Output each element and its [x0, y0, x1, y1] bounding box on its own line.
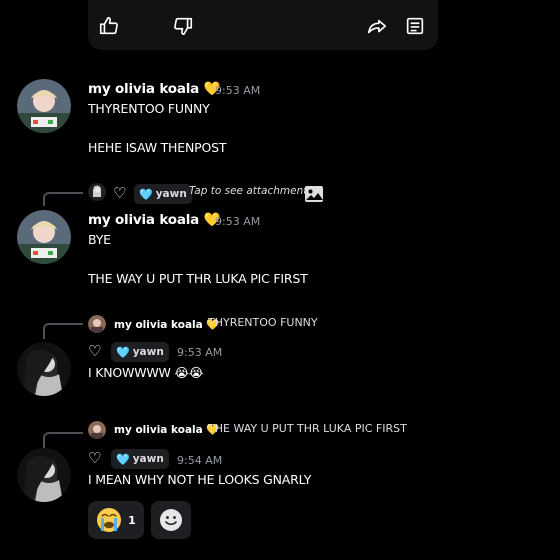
reply-preview[interactable]: THE WAY U PUT THR LUKA PIC FIRST	[208, 422, 407, 435]
avatar[interactable]	[17, 210, 71, 264]
message-text: I KNOWWWW 😭😭	[88, 365, 204, 380]
reply-preview[interactable]: THYRENTOO FUNNY	[208, 316, 318, 329]
reply-avatar[interactable]	[88, 183, 106, 201]
reply-avatar[interactable]	[88, 315, 106, 333]
white-heart-icon: ♡	[88, 342, 102, 360]
reply-author[interactable]: my olivia koala 💛	[114, 318, 219, 331]
reply-author[interactable]: my olivia koala 💛	[114, 423, 219, 436]
thumbs-up-icon[interactable]	[98, 15, 120, 37]
embed-card	[88, 0, 438, 50]
reply-preview[interactable]: Tap to see attachment	[189, 185, 307, 197]
message-text: HEHE ISAW THENPOST	[88, 140, 227, 155]
timestamp: 9:53 AM	[215, 215, 261, 228]
tag-pill[interactable]: 🩵 yawn	[111, 449, 169, 469]
share-arrow-icon[interactable]	[366, 16, 388, 38]
avatar[interactable]	[17, 448, 71, 502]
message-text: BYE	[88, 232, 111, 247]
reaction-pill[interactable]: 1	[88, 501, 144, 539]
message-text: I MEAN WHY NOT HE LOOKS GNARLY	[88, 472, 312, 487]
white-heart-icon: ♡	[113, 184, 127, 202]
reaction-count: 1	[128, 513, 136, 527]
reply-connector	[43, 192, 83, 206]
thumbs-down-icon[interactable]	[172, 15, 194, 37]
tag-label: yawn	[155, 188, 187, 200]
add-reaction-icon	[160, 509, 182, 531]
reply-connector	[43, 432, 83, 448]
light-blue-heart-icon: 🩵	[116, 345, 130, 359]
author-name[interactable]: my olivia koala 💛	[88, 212, 220, 228]
loudly-crying-face-icon	[97, 508, 122, 532]
reply-avatar[interactable]	[88, 421, 106, 439]
timestamp: 9:53 AM	[215, 84, 261, 97]
add-reaction-button[interactable]	[151, 501, 191, 539]
tag-pill[interactable]: 🩵 yawn	[111, 342, 169, 362]
author-name[interactable]: my olivia koala 💛	[88, 81, 220, 97]
white-heart-icon: ♡	[88, 449, 102, 467]
author-name-text[interactable]: my olivia koala	[88, 212, 199, 228]
reply-connector	[43, 323, 83, 339]
tag-label: yawn	[132, 346, 164, 358]
message-text: THYRENTOO FUNNY	[88, 101, 210, 116]
timestamp: 9:53 AM	[177, 346, 223, 359]
note-icon[interactable]	[404, 15, 426, 37]
tag-label: yawn	[132, 453, 164, 465]
avatar[interactable]	[17, 79, 71, 133]
reply-author-text[interactable]: my olivia koala	[114, 424, 203, 436]
light-blue-heart-icon: 🩵	[139, 187, 153, 201]
reply-author-text[interactable]: my olivia koala	[114, 319, 203, 331]
light-blue-heart-icon: 🩵	[116, 452, 130, 466]
message-text: THE WAY U PUT THR LUKA PIC FIRST	[88, 271, 308, 286]
tag-pill[interactable]: 🩵 yawn	[134, 184, 192, 204]
avatar[interactable]	[17, 342, 71, 396]
timestamp: 9:54 AM	[177, 454, 223, 467]
image-icon	[304, 184, 324, 204]
author-name-text[interactable]: my olivia koala	[88, 81, 199, 97]
